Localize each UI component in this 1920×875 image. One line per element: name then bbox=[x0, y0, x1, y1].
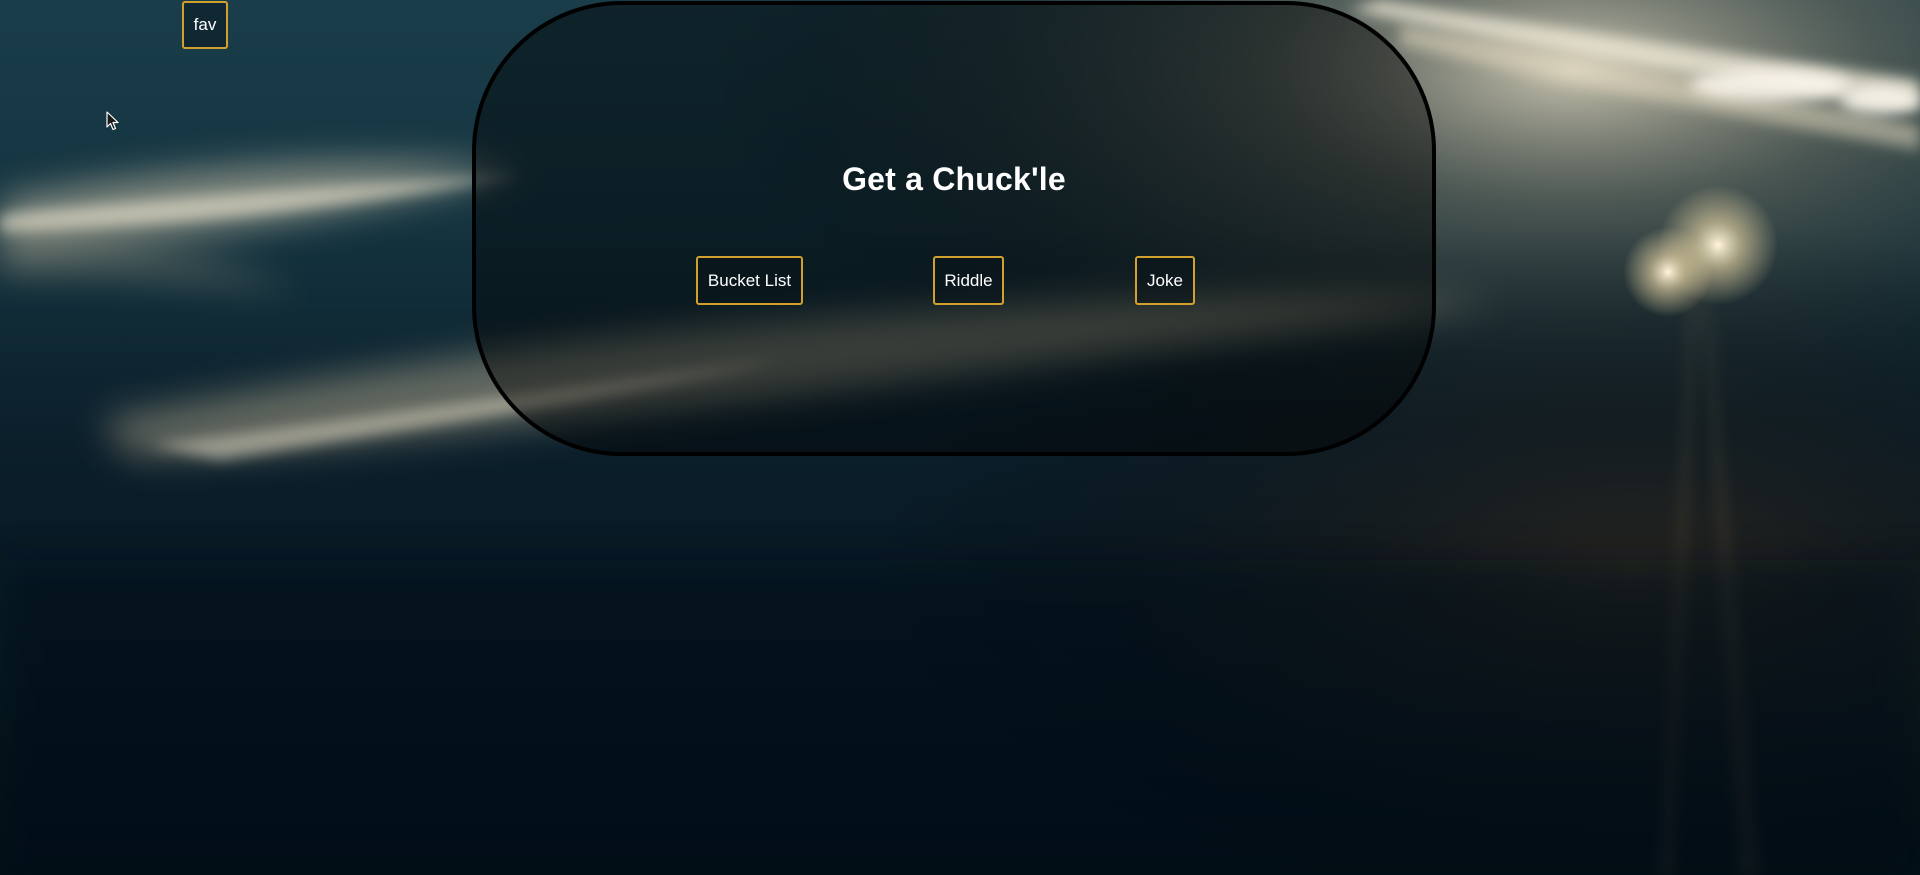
bucket-list-button[interactable]: Bucket List bbox=[696, 256, 803, 305]
fav-button-label: fav bbox=[193, 15, 217, 34]
joke-button-label: Joke bbox=[1147, 270, 1183, 290]
fav-button[interactable]: fav bbox=[182, 1, 228, 49]
riddle-button[interactable]: Riddle bbox=[933, 256, 1004, 305]
bucket-list-button-label: Bucket List bbox=[707, 270, 792, 290]
page-title: Get a Chuck'le bbox=[842, 161, 1066, 197]
mouse-pointer-icon bbox=[106, 111, 119, 131]
riddle-button-label: Riddle bbox=[944, 270, 993, 290]
main-card: Get a Chuck'le Bucket List Riddle Joke bbox=[472, 1, 1436, 456]
joke-button[interactable]: Joke bbox=[1135, 256, 1195, 305]
